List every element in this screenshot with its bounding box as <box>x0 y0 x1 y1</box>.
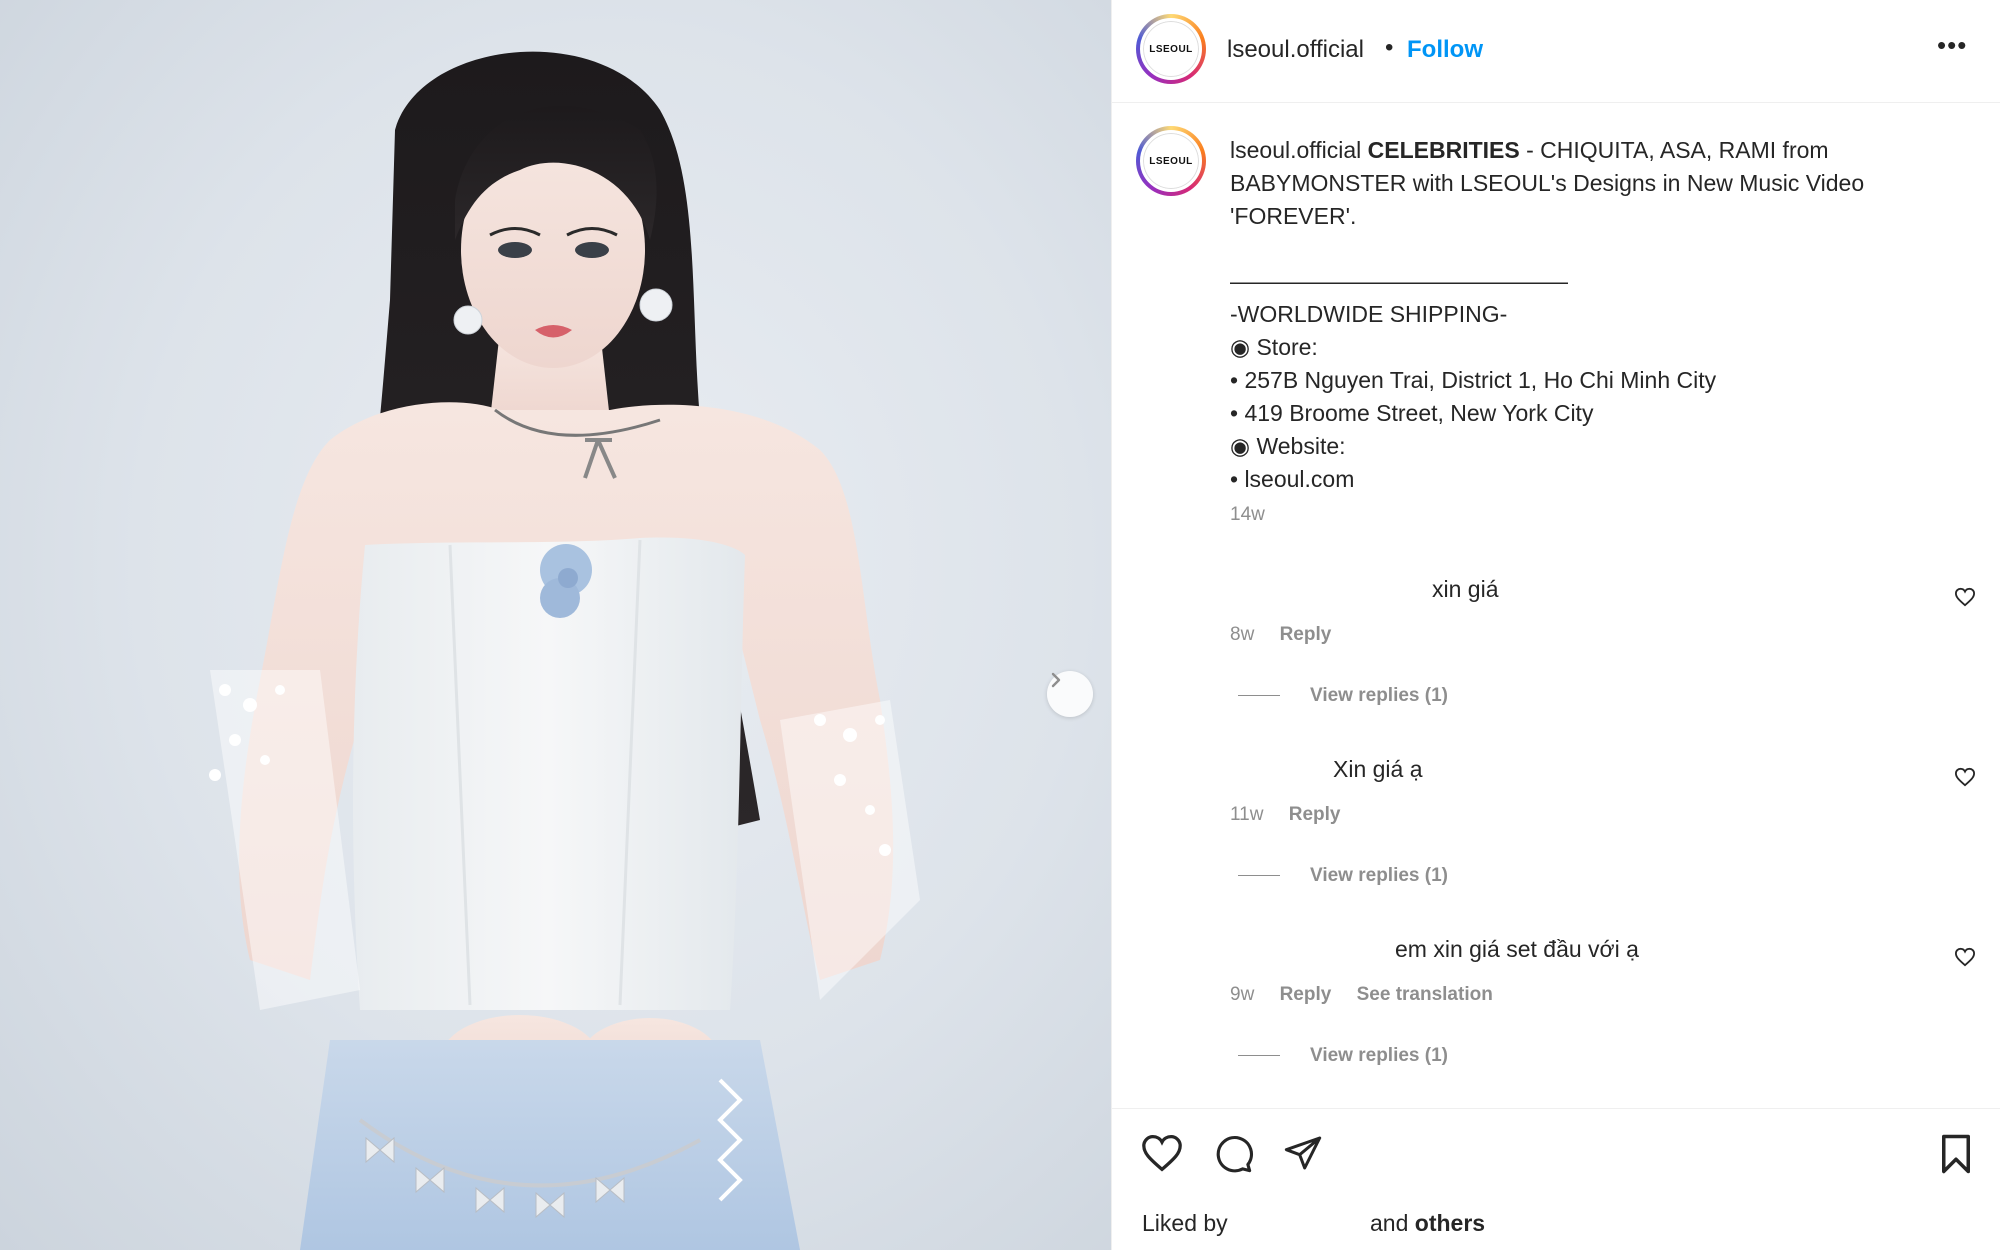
replies-rule <box>1238 695 1280 697</box>
post-photo[interactable] <box>0 0 1111 1250</box>
avatar[interactable]: LSEOUL <box>1136 14 1206 84</box>
bookmark-icon[interactable] <box>1938 1133 1974 1175</box>
view-replies-button[interactable]: View replies (1) <box>1238 685 1448 707</box>
liked-by-label: Liked by <box>1142 1210 1228 1236</box>
liked-by: Liked by and others <box>1142 1210 1485 1237</box>
chevron-right-icon <box>1051 672 1061 688</box>
avatar-logo: LSEOUL <box>1140 130 1202 192</box>
others-label[interactable]: others <box>1415 1210 1485 1236</box>
post-header: LSEOUL lseoul.official • Follow ••• <box>1112 0 2000 103</box>
comment-meta: 9w Reply See translation <box>1230 984 1513 1006</box>
photo-illustration <box>209 51 920 1250</box>
reply-button[interactable]: Reply <box>1280 624 1332 645</box>
separator-dot: • <box>1385 34 1394 61</box>
header-username[interactable]: lseoul.official <box>1227 36 1364 64</box>
view-replies-label: View replies (1) <box>1310 1045 1448 1066</box>
caption-divider: ———————————————— <box>1230 268 1568 294</box>
comment-like-heart-icon[interactable] <box>1954 767 1976 787</box>
comment-icon[interactable] <box>1212 1133 1254 1175</box>
caption-username[interactable]: lseoul.official <box>1230 137 1361 163</box>
caption-headline-bold: CELEBRITIES <box>1367 137 1520 163</box>
more-icon[interactable]: ••• <box>1937 30 1967 61</box>
post-caption: lseoul.official CELEBRITIES - CHIQUITA, … <box>1230 134 1930 496</box>
comment-like-heart-icon[interactable] <box>1954 947 1976 967</box>
comment-time[interactable]: 8w <box>1230 624 1254 645</box>
replies-rule <box>1238 875 1280 877</box>
caption-line: • 257B Nguyen Trai, District 1, Ho Chi M… <box>1230 367 1717 393</box>
view-replies-label: View replies (1) <box>1310 685 1448 706</box>
share-icon[interactable] <box>1282 1133 1324 1173</box>
post-side-panel: LSEOUL lseoul.official • Follow ••• LSEO… <box>1111 0 2000 1250</box>
view-replies-label: View replies (1) <box>1310 865 1448 886</box>
comment-time[interactable]: 9w <box>1230 984 1254 1005</box>
caption-line: ◉ Store: <box>1230 334 1318 360</box>
reply-button[interactable]: Reply <box>1289 804 1341 825</box>
caption-line: • 419 Broome Street, New York City <box>1230 400 1594 426</box>
avatar-logo: LSEOUL <box>1140 18 1202 80</box>
liked-by-others[interactable]: and others <box>1370 1210 1485 1237</box>
comment-text: xin giá <box>1432 576 1499 602</box>
caption-line[interactable]: • lseoul.com <box>1230 463 1930 496</box>
and-label: and <box>1370 1210 1409 1236</box>
follow-button[interactable]: Follow <box>1407 36 1483 64</box>
heart-icon[interactable] <box>1140 1133 1184 1173</box>
view-replies-button[interactable]: View replies (1) <box>1238 1045 1448 1067</box>
see-translation-button[interactable]: See translation <box>1357 984 1493 1005</box>
caption-timestamp[interactable]: 14w <box>1230 504 1265 526</box>
comment-text: em xin giá set đầu với ạ <box>1395 936 1639 962</box>
comment-meta: 11w Reply <box>1230 804 1360 826</box>
action-bar <box>1112 1108 2000 1250</box>
caption-avatar[interactable]: LSEOUL <box>1136 126 1206 196</box>
comment-time[interactable]: 11w <box>1230 804 1263 825</box>
caption-line: -WORLDWIDE SHIPPING- <box>1230 301 1508 327</box>
comment-meta: 8w Reply <box>1230 624 1351 646</box>
comment-like-heart-icon[interactable] <box>1954 587 1976 607</box>
view-replies-button[interactable]: View replies (1) <box>1238 865 1448 887</box>
comment-text: Xin giá ạ <box>1333 756 1423 782</box>
caption-line: ◉ Website: <box>1230 433 1346 459</box>
replies-rule <box>1238 1055 1280 1057</box>
next-photo-button[interactable] <box>1047 671 1093 717</box>
reply-button[interactable]: Reply <box>1280 984 1332 1005</box>
